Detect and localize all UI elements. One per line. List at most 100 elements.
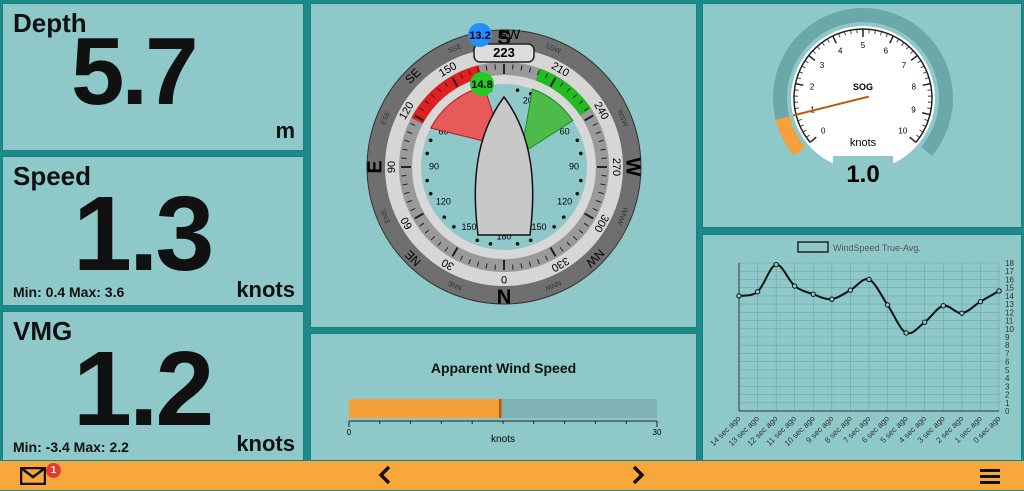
speed-unit: knots: [236, 277, 295, 303]
degree-label: 90: [386, 161, 398, 173]
sog-tick-label: 3: [820, 61, 825, 70]
wind-dial: 1802102402703003300306090120150204060901…: [311, 4, 696, 327]
y-tick-label: 4: [1005, 374, 1010, 383]
mail-button[interactable]: 1: [20, 467, 48, 487]
true-wind-value: 13.2: [469, 30, 490, 42]
data-point: [867, 277, 871, 281]
y-tick-label: 0: [1005, 407, 1010, 416]
footer-bar: 1: [0, 461, 1024, 490]
cardinal-label: W: [622, 158, 644, 177]
dial-dot: [579, 152, 583, 156]
dial-dot: [575, 139, 579, 143]
degree-label: 0: [501, 273, 507, 285]
aws-max-label: 30: [653, 428, 662, 437]
chevron-right-icon: [630, 464, 646, 486]
y-tick-label: 10: [1005, 325, 1014, 334]
y-tick-label: 5: [1005, 366, 1010, 375]
data-point: [978, 299, 982, 303]
relative-label: 150: [531, 222, 546, 232]
depth-value: 5.7: [71, 24, 195, 120]
relative-label: 90: [569, 161, 579, 171]
data-point: [997, 289, 1001, 293]
speed-value: 1.3: [73, 181, 211, 287]
sog-label: SOG: [853, 82, 873, 92]
depth-unit: m: [275, 118, 295, 144]
data-point: [811, 292, 815, 296]
vmg-title: VMG: [13, 316, 72, 347]
dial-dot: [575, 192, 579, 196]
sog-tick-label: 5: [861, 41, 866, 50]
sog-tick-label: 8: [912, 82, 917, 91]
y-tick-label: 7: [1005, 349, 1010, 358]
dial-dot: [529, 238, 533, 242]
data-point: [737, 294, 741, 298]
data-point: [830, 297, 834, 301]
y-tick-label: 9: [1005, 333, 1010, 342]
aws-bar-marker: [499, 399, 502, 418]
dial-dot: [429, 139, 433, 143]
relative-label: 90: [429, 161, 439, 171]
dial-dot: [476, 238, 480, 242]
sog-tick-label: 7: [902, 61, 907, 70]
dial-dot: [579, 179, 583, 183]
next-page-button[interactable]: [630, 464, 646, 491]
dial-dot: [562, 215, 566, 219]
y-tick-label: 3: [1005, 382, 1010, 391]
chevron-left-icon: [377, 464, 393, 486]
depth-panel: Depth 5.7 m: [2, 3, 304, 151]
vmg-value: 1.2: [73, 336, 211, 442]
menu-button[interactable]: [980, 467, 1000, 490]
data-point: [774, 262, 778, 266]
sog-unit: knots: [850, 137, 877, 149]
dial-dot: [489, 242, 493, 246]
y-tick-label: 8: [1005, 341, 1010, 350]
data-point: [793, 284, 797, 288]
degree-label: 270: [610, 158, 622, 176]
aws-bar: 0 30 knots: [311, 334, 696, 460]
sog-panel: 012345678910SOGknots1.0: [702, 3, 1022, 228]
dial-dot: [516, 242, 520, 246]
aws-unit-label: knots: [491, 434, 515, 445]
notification-badge: 1: [46, 463, 61, 478]
y-tick-label: 6: [1005, 358, 1010, 367]
heading-cardinal: SW: [498, 26, 521, 42]
y-tick-label: 13: [1005, 300, 1014, 309]
relative-label: 150: [461, 222, 476, 232]
dial-dot: [425, 179, 429, 183]
wind-dial-panel: 1802102402703003300306090120150204060901…: [310, 3, 697, 328]
data-point: [960, 311, 964, 315]
data-point: [885, 303, 889, 307]
aws-min-label: 0: [347, 428, 352, 437]
vmg-unit: knots: [236, 431, 295, 457]
speed-minmax: Min: 0.4 Max: 3.6: [13, 284, 124, 300]
y-tick-label: 14: [1005, 292, 1014, 301]
legend-label: WindSpeed True-Avg.: [833, 243, 921, 253]
relative-label: 120: [436, 196, 451, 206]
y-tick-label: 1: [1005, 399, 1010, 408]
previous-page-button[interactable]: [377, 464, 393, 491]
sog-tick-label: 10: [898, 127, 907, 136]
sog-value: 1.0: [846, 161, 879, 188]
menu-icon: [980, 467, 1000, 485]
aws-panel: Apparent Wind Speed 030knots: [310, 333, 697, 461]
dial-dot: [516, 88, 520, 92]
data-point: [848, 288, 852, 292]
sog-tick-label: 2: [810, 82, 815, 91]
sog-tick-label: 9: [911, 106, 916, 115]
apparent-wind-value: 14.8: [471, 79, 492, 91]
mail-icon: [20, 467, 46, 485]
cardinal-label: N: [497, 285, 511, 307]
legend-swatch: [798, 242, 828, 252]
vmg-minmax: Min: -3.4 Max: 2.2: [13, 439, 129, 455]
speed-panel: Speed 1.3 Min: 0.4 Max: 3.6 knots: [2, 156, 304, 306]
y-tick-label: 17: [1005, 267, 1014, 276]
y-tick-label: 16: [1005, 275, 1014, 284]
vmg-panel: VMG 1.2 Min: -3.4 Max: 2.2 knots: [2, 311, 304, 461]
y-tick-label: 11: [1005, 317, 1014, 326]
sog-tick-label: 0: [821, 127, 826, 136]
dial-dot: [452, 225, 456, 229]
heading-value: 223: [493, 45, 515, 60]
sog-tick-label: 4: [838, 46, 843, 55]
y-tick-label: 15: [1005, 284, 1014, 293]
relative-label: 120: [557, 196, 572, 206]
